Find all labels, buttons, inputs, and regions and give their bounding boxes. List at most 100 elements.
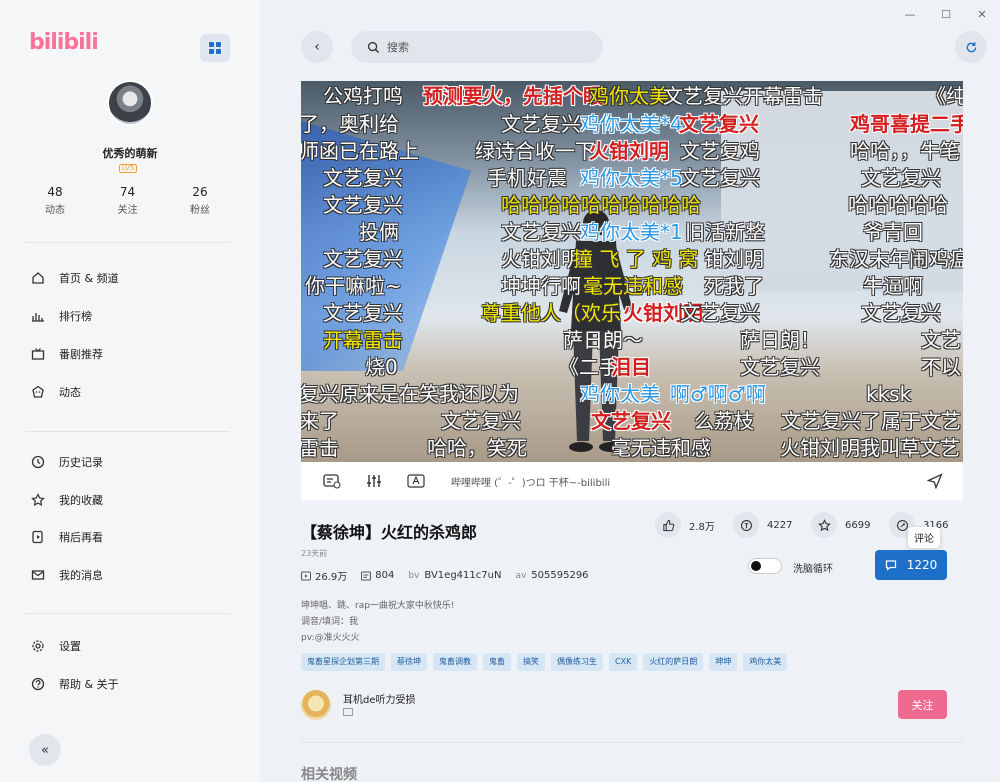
dynamic-icon (31, 385, 45, 399)
sidebar-item-messages[interactable]: 我的消息 (25, 561, 230, 589)
equalizer-icon[interactable] (363, 470, 385, 492)
sidebar-item-favorites[interactable]: 我的收藏 (25, 486, 230, 514)
refresh-icon (966, 41, 976, 52)
sidebar-item-home[interactable]: 首页 & 频道 (25, 264, 230, 292)
close-button[interactable]: ✕ (964, 6, 1000, 24)
danmaku-comment: 文艺复兴 (323, 301, 403, 325)
stat-dynamic[interactable]: 48 动态 (25, 185, 85, 216)
video-title: 【蔡徐坤】火红的杀鸡郎 (301, 523, 478, 542)
apps-button[interactable] (200, 34, 230, 62)
search-box[interactable] (351, 31, 603, 63)
stat-label: 关注 (117, 205, 138, 216)
danmaku-comment: 文艺复兴 (680, 301, 760, 325)
divider (25, 613, 230, 614)
danmaku-comment: kksk (866, 382, 912, 406)
level-badge: LV5 (119, 164, 137, 173)
sidebar-item-settings[interactable]: 设置 (25, 632, 230, 660)
danmaku-comment: 绿诗合收一下 (475, 139, 595, 163)
danmaku-comment: 鸡你太美 (589, 84, 669, 108)
uploader-avatar[interactable] (301, 690, 331, 720)
danmaku-comment: 么荔枝 (694, 409, 754, 433)
danmaku-comment: 手机好震 (487, 166, 567, 190)
comment-button[interactable]: 1220 (875, 550, 947, 580)
stat-value: 26 (192, 185, 208, 199)
danmaku-comment: 泪目 (611, 355, 651, 379)
minimize-button[interactable]: — (892, 6, 928, 24)
user-stats: 48 动态 74 关注 26 粉丝 (25, 185, 230, 216)
danmaku-comment: 尊重他人（欢乐 (481, 301, 621, 325)
tag[interactable]: 鬼畜调教 (433, 653, 477, 671)
danmaku-comment: 牛逼啊 (863, 274, 923, 298)
send-icon[interactable] (927, 473, 943, 489)
danmaku-comment: 文艺复兴 (680, 166, 760, 190)
danmaku-comment: 师函已在路上 (301, 139, 419, 163)
stat-value: 48 (47, 185, 63, 199)
sidebar-item-label: 首页 & 频道 (59, 272, 119, 285)
user-avatar[interactable] (107, 80, 153, 126)
danmaku-comment: 哈哈，，牛笔 (850, 139, 960, 163)
danmaku-comment: 文艺复兴 (501, 220, 581, 244)
danmaku-style-icon[interactable] (405, 470, 427, 492)
tag[interactable]: 蔡徐坤 (391, 653, 427, 671)
refresh-button[interactable] (955, 31, 987, 63)
tag[interactable]: 坤坤 (709, 653, 738, 671)
video-player[interactable]: 公鸡打鸣 预测要火，先插个眼 鸡你太美 文艺复兴开幕雷击 《纯 了，奥利给 文艺复兴 鸡你太美… (301, 81, 963, 462)
coin-button[interactable]: 4227 (733, 512, 811, 538)
danmaku-comment: 毫无违和感 (583, 274, 683, 298)
sidebar-item-watch-later[interactable]: 稍后再看 (25, 523, 230, 551)
sidebar-item-label: 我的收藏 (59, 494, 103, 507)
follow-button[interactable]: 关注 (898, 690, 947, 719)
danmaku-comment: 鸡哥喜提二手 (850, 112, 963, 136)
sidebar-item-history[interactable]: 历史记录 (25, 448, 230, 476)
user-name: 优秀的萌新 (102, 147, 158, 160)
danmaku-input[interactable]: 哔哩哔哩 (゜-゜)つロ 干杯~-bilibili (451, 474, 610, 489)
tag[interactable]: 鬼畜星探企划第三期 (301, 653, 385, 671)
stat-following[interactable]: 74 关注 (98, 185, 158, 216)
ranking-icon (31, 309, 45, 323)
danmaku-toggle-icon[interactable] (321, 470, 343, 492)
collapse-sidebar-button[interactable]: « (29, 734, 61, 766)
comment-tooltip: 评论 (908, 527, 940, 548)
loop-toggle-label: 洗脑循环 (793, 564, 833, 575)
danmaku-comment: 钳刘明 (704, 247, 764, 271)
danmaku-comment: 哈哈，笑死 (427, 436, 527, 460)
danmaku-comment: 开幕雷击 (323, 328, 403, 352)
tag[interactable]: CXK (609, 653, 638, 671)
av-id[interactable]: 505595296 (531, 570, 588, 581)
danmaku-comment: 不以 (921, 355, 961, 379)
tag[interactable]: 鸡你太美 (743, 653, 788, 671)
comment-icon (885, 560, 896, 571)
stat-value: 74 (119, 185, 136, 199)
tag-list: 鬼畜星探企划第三期 蔡徐坤 鬼畜调教 鬼畜 搞笑 偶像练习生 CXK 火红的萨日… (301, 653, 793, 671)
sidebar-item-bangumi[interactable]: 番剧推荐 (25, 340, 230, 368)
back-button[interactable]: ‹ (301, 31, 333, 63)
divider (25, 431, 230, 432)
bv-label: bv (408, 570, 420, 581)
help-icon (31, 677, 45, 691)
sidebar-item-ranking[interactable]: 排行榜 (25, 302, 230, 330)
danmaku-comment: 火钳刘明我叫草文艺 (780, 436, 960, 460)
bv-id[interactable]: BV1eg411c7uN (424, 570, 501, 581)
stat-fans[interactable]: 26 粉丝 (170, 185, 230, 216)
uploader-name[interactable]: 耳机de听力受损 (343, 691, 416, 706)
search-input[interactable] (387, 40, 567, 54)
sidebar-item-label: 稍后再看 (59, 531, 103, 544)
danmaku-comment: 撞 飞 了 鸡 窝 (573, 247, 699, 271)
play-count-icon (301, 571, 311, 580)
tag[interactable]: 火红的萨日朗 (643, 653, 704, 671)
sidebar-item-help[interactable]: 帮助 & 关于 (25, 670, 230, 698)
tag[interactable]: 鬼畜 (483, 653, 511, 671)
danmaku-comment: 啊♂啊♂啊 (670, 382, 766, 406)
favorite-button[interactable]: 6699 (811, 512, 889, 538)
danmaku-comment: 文艺复兴 (323, 193, 403, 217)
tag[interactable]: 搞笑 (517, 653, 545, 671)
loop-toggle[interactable] (748, 558, 782, 574)
tag[interactable]: 偶像练习生 (551, 653, 603, 671)
history-icon (31, 455, 45, 469)
maximize-button[interactable]: ☐ (928, 6, 964, 24)
sidebar-item-label: 动态 (59, 386, 81, 399)
like-button[interactable]: 2.8万 (655, 512, 733, 538)
sidebar-item-dynamic[interactable]: 动态 (25, 378, 230, 406)
danmaku-comment: 哈哈哈哈哈哈哈哈哈哈 (501, 193, 701, 217)
coin-count: 4227 (767, 519, 793, 531)
